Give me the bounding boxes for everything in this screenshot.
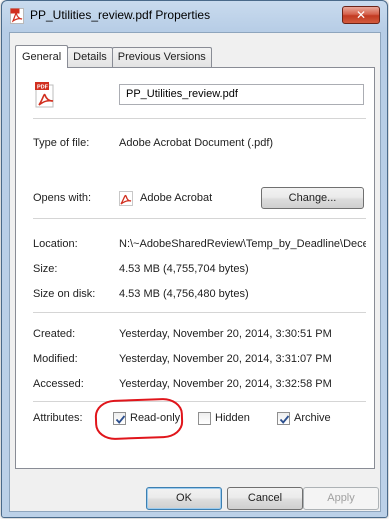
file-name-field[interactable]: PP_Utilities_review.pdf [119,84,364,105]
annotation-highlight-circle [94,397,184,441]
archive-label[interactable]: Archive [294,412,331,424]
type-of-file-value: Adobe Acrobat Document (.pdf) [119,137,274,149]
size-label: Size: [33,263,58,275]
tab-details[interactable]: Details [67,47,113,67]
window-title: PP_Utilities_review.pdf Properties [30,8,211,22]
attributes-label: Attributes: [33,412,83,424]
divider [33,218,366,219]
created-label: Created: [33,328,76,340]
title-bar[interactable]: PP_Utilities_review.pdf Properties ✕ [2,1,387,31]
divider [33,312,366,313]
accessed-value: Yesterday, November 20, 2014, 3:32:58 PM [119,378,332,390]
size-value: 4.53 MB (4,755,704 bytes) [119,263,249,275]
divider [33,118,366,119]
modified-label: Modified: [33,353,78,365]
accessed-label: Accessed: [33,378,84,390]
general-panel: PDF PP_Utilities_review.pdf Type of file… [15,67,375,469]
type-of-file-label: Type of file: [33,137,90,149]
change-button[interactable]: Change... [261,187,364,209]
divider [33,401,366,402]
modified-value: Yesterday, November 20, 2014, 3:31:07 PM [119,353,332,365]
location-label: Location: [33,238,78,250]
created-value: Yesterday, November 20, 2014, 3:30:51 PM [119,328,332,340]
location-value: N:\~AdobeSharedReview\Temp_by_Deadline\D… [119,238,366,250]
close-icon: ✕ [355,8,367,22]
size-on-disk-value: 4.53 MB (4,756,480 bytes) [119,288,249,300]
tab-strip: General Details Previous Versions [15,45,212,68]
pdf-file-icon: PDF [35,82,54,108]
opens-with-value: Adobe Acrobat [140,192,213,204]
close-button[interactable]: ✕ [342,6,380,24]
tab-previous-versions[interactable]: Previous Versions [111,47,212,67]
checkmark-icon [279,415,290,424]
dialog-client-area: General Details Previous Versions PDF PP… [9,32,381,512]
cancel-button[interactable]: Cancel [227,487,303,510]
adobe-acrobat-icon [119,191,133,206]
archive-checkbox[interactable] [277,412,290,425]
ok-button[interactable]: OK [146,487,222,510]
svg-text:PDF: PDF [37,85,49,91]
tab-general[interactable]: General [15,45,69,68]
pdf-title-icon [10,8,24,24]
hidden-label[interactable]: Hidden [215,412,250,424]
size-on-disk-label: Size on disk: [33,288,96,300]
apply-button[interactable]: Apply [303,487,379,510]
opens-with-label: Opens with: [33,192,92,204]
properties-window: PP_Utilities_review.pdf Properties ✕ Gen… [1,0,388,518]
hidden-checkbox[interactable] [198,412,211,425]
